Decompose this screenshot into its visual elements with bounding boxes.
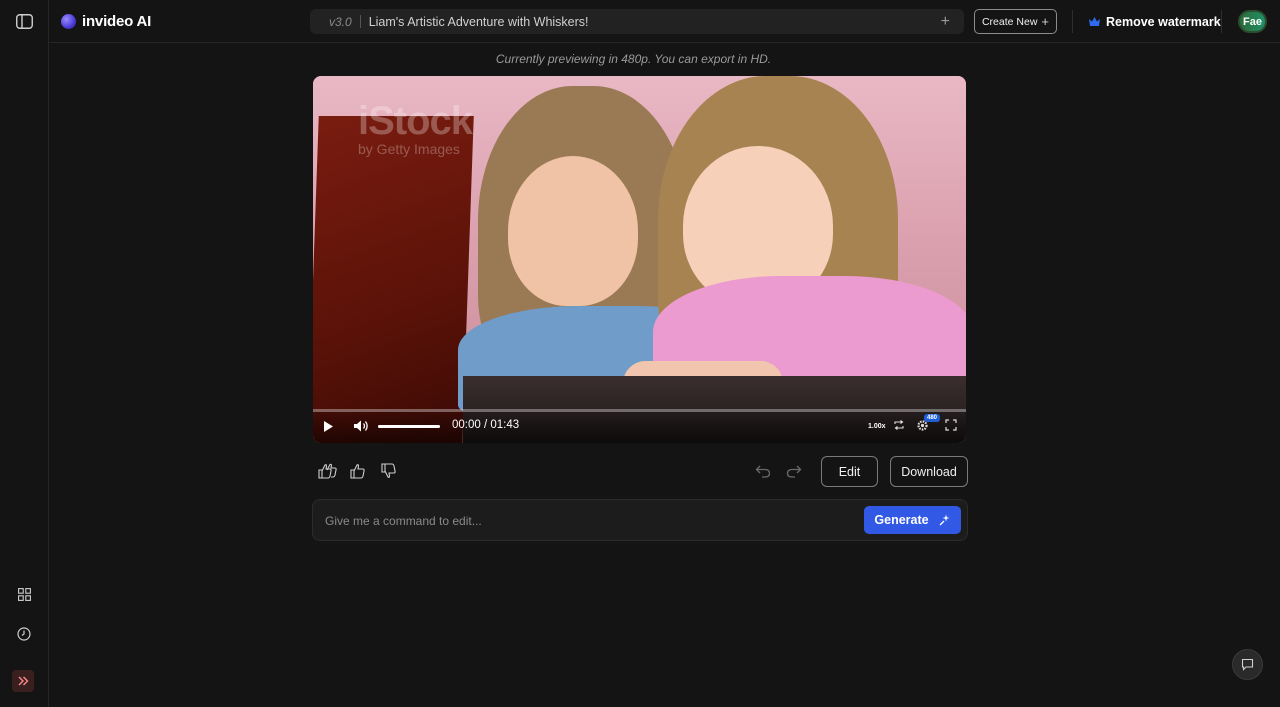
redo-icon[interactable] [785, 462, 803, 480]
love-it-icon[interactable] [317, 461, 339, 481]
project-title[interactable]: Liam's Artistic Adventure with Whiskers! [369, 15, 941, 29]
plus-icon[interactable]: + [941, 13, 950, 30]
stock-watermark: iStock by Getty Images [358, 99, 473, 157]
create-new-label: Create New [981, 15, 1038, 28]
quality-badge: 480 [924, 414, 941, 422]
video-frame-monitor [313, 116, 474, 443]
remove-watermark-button[interactable]: Remove watermark [1089, 13, 1221, 30]
left-rail [0, 0, 49, 707]
project-title-bar[interactable]: v3.0 Liam's Artistic Adventure with Whis… [310, 9, 964, 34]
brand-name: invideo AI [82, 12, 152, 30]
volume-slider[interactable] [378, 425, 440, 428]
playback-speed[interactable]: 1.00x [868, 423, 886, 430]
video-player[interactable]: iStock by Getty Images 00:00 / 01:43 1.0… [313, 76, 966, 443]
double-chevron-right-icon[interactable] [12, 670, 34, 692]
play-icon[interactable] [323, 420, 334, 433]
generate-label: Generate [874, 513, 929, 527]
grid-icon[interactable] [12, 582, 36, 606]
watermark-sub: by Getty Images [358, 141, 460, 157]
crown-icon [1089, 17, 1100, 26]
video-frame-figure [508, 156, 638, 306]
command-input[interactable] [325, 512, 845, 530]
brand[interactable]: invideo AI [61, 11, 151, 31]
chat-bubble-icon[interactable] [1232, 649, 1263, 680]
brand-logo-icon [61, 13, 76, 29]
download-button[interactable]: Download [890, 456, 968, 487]
clock-icon[interactable] [12, 622, 36, 646]
loop-icon[interactable] [893, 419, 905, 431]
avatar[interactable]: Fae [1238, 10, 1267, 33]
watermark-main: iStock [358, 99, 473, 143]
divider [359, 15, 361, 28]
thumbs-up-icon[interactable] [347, 461, 369, 481]
timecode: 00:00 / 01:43 [452, 419, 520, 431]
remove-watermark-label: Remove watermark [1106, 14, 1221, 29]
create-new-button[interactable]: Create New + [974, 9, 1057, 34]
thumbs-down-icon[interactable] [378, 461, 400, 481]
generate-button[interactable]: Generate [864, 506, 961, 534]
volume-icon[interactable] [353, 419, 370, 433]
player-controls: 00:00 / 01:43 1.00x 480 [313, 409, 966, 443]
sparkle-icon [939, 514, 950, 526]
command-box: Generate [312, 499, 968, 541]
version-label: v3.0 [329, 14, 352, 29]
fullscreen-icon[interactable] [945, 419, 957, 431]
edit-button[interactable]: Edit [821, 456, 878, 487]
top-bar: invideo AI v3.0 Liam's Artistic Adventur… [49, 0, 1280, 43]
divider [1221, 10, 1222, 33]
volume-slider-fill [378, 425, 440, 428]
sidebar-toggle-icon[interactable] [12, 9, 36, 33]
plus-icon: + [1041, 14, 1050, 29]
divider [1072, 10, 1073, 33]
seek-bar[interactable] [313, 409, 966, 412]
preview-notice: Currently previewing in 480p. You can ex… [495, 52, 772, 66]
undo-icon[interactable] [754, 462, 772, 480]
